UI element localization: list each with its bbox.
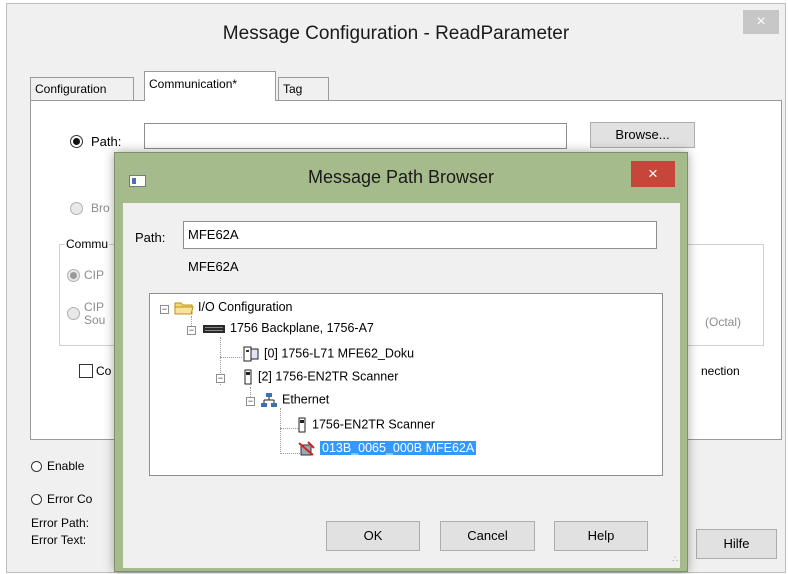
controller-icon (243, 346, 259, 362)
path-label: Path: (91, 134, 122, 149)
main-window-title: Message Configuration - ReadParameter (222, 23, 570, 44)
tree-label: Ethernet (282, 392, 330, 407)
tab-communication[interactable]: Communication* (144, 71, 276, 101)
enable-label: Enable (47, 459, 85, 473)
tree-label: I/O Configuration (198, 300, 293, 314)
tree-label: [2] 1756-EN2TR Scanner (258, 369, 399, 384)
tree-node-ethernet[interactable]: Ethernet (260, 392, 329, 408)
cip-source-label-2: Sou (84, 313, 106, 327)
path-radio[interactable] (70, 135, 83, 148)
network-icon (261, 393, 277, 407)
dialog-path-input[interactable]: MFE62A (183, 221, 657, 249)
error-code-label: Error Co (47, 492, 93, 506)
error-text-label: Error Text: (31, 533, 87, 547)
tree-line (280, 408, 281, 454)
tree-label: 1756 Backplane, 1756-A7 (230, 321, 374, 335)
expander-scanner[interactable]: − (216, 374, 225, 383)
error-path-label: Error Path: (31, 516, 90, 530)
main-title-bar: Message Configuration - ReadParameter × (7, 4, 785, 61)
expander-io-config[interactable]: − (160, 305, 169, 314)
octal-label: (Octal) (705, 315, 741, 329)
path-tree[interactable]: − I/O Configuration − 1756 Backplane, 17… (149, 293, 663, 476)
expander-ethernet[interactable]: − (246, 397, 255, 406)
tree-node-scanner-child[interactable]: 1756-EN2TR Scanner (296, 417, 435, 433)
device-icon (298, 441, 315, 456)
hilfe-button[interactable]: Hilfe (696, 529, 777, 559)
dialog-path-echo: MFE62A (188, 259, 239, 274)
cip-radio[interactable] (67, 269, 80, 282)
tree-label-selected: 013B_0065_000B MFE62A (320, 441, 477, 456)
broadcast-radio[interactable] (70, 202, 83, 215)
tree-node-io-configuration[interactable]: I/O Configuration (174, 300, 293, 315)
broadcast-label: Bro (91, 201, 110, 215)
browse-button[interactable]: Browse... (590, 122, 695, 148)
expander-backplane[interactable]: − (187, 326, 196, 335)
tree-node-controller[interactable]: [0] 1756-L71 MFE62_Doku (242, 346, 414, 362)
folder-icon (174, 302, 194, 315)
tree-label: 1756-EN2TR Scanner (312, 417, 435, 432)
ok-button[interactable]: OK (326, 521, 420, 551)
dialog-client-area: Path: MFE62A MFE62A − I/O Configuration … (123, 203, 680, 568)
main-close-button[interactable]: × (743, 10, 779, 34)
cip-source-label-1: CIP (84, 300, 105, 314)
error-code-indicator (31, 494, 42, 505)
tree-node-device-selected[interactable]: 013B_0065_000B MFE62A (298, 441, 477, 457)
dialog-path-label: Path: (135, 230, 166, 245)
tree-line (280, 453, 300, 454)
enable-indicator (31, 461, 42, 472)
connected-label: Co (96, 364, 112, 378)
connected-checkbox[interactable] (79, 364, 93, 378)
dialog-close-button[interactable]: × (631, 161, 675, 187)
tree-line (220, 357, 242, 358)
module-icon (298, 417, 306, 433)
dialog-title: Message Path Browser (307, 167, 495, 187)
tree-label: [0] 1756-L71 MFE62_Doku (264, 346, 415, 361)
tab-tag[interactable]: Tag (278, 77, 329, 101)
tree-node-backplane[interactable]: 1756 Backplane, 1756-A7 (202, 321, 374, 335)
connection-label: nection (701, 364, 740, 378)
help-button[interactable]: Help (554, 521, 648, 551)
tree-node-scanner[interactable]: [2] 1756-EN2TR Scanner (242, 369, 398, 385)
cancel-button[interactable]: Cancel (440, 521, 535, 551)
communication-group-label: Commu (65, 237, 110, 251)
backplane-icon (203, 324, 225, 333)
tab-configuration[interactable]: Configuration (30, 77, 134, 101)
path-input[interactable] (144, 123, 567, 149)
resize-grip[interactable]: ∴ (672, 554, 678, 565)
module-icon (244, 369, 252, 385)
message-path-browser-dialog: Message Path Browser × Path: MFE62A MFE6… (114, 152, 688, 572)
cip-label: CIP (84, 268, 105, 282)
cip-with-source-radio[interactable] (67, 307, 80, 320)
